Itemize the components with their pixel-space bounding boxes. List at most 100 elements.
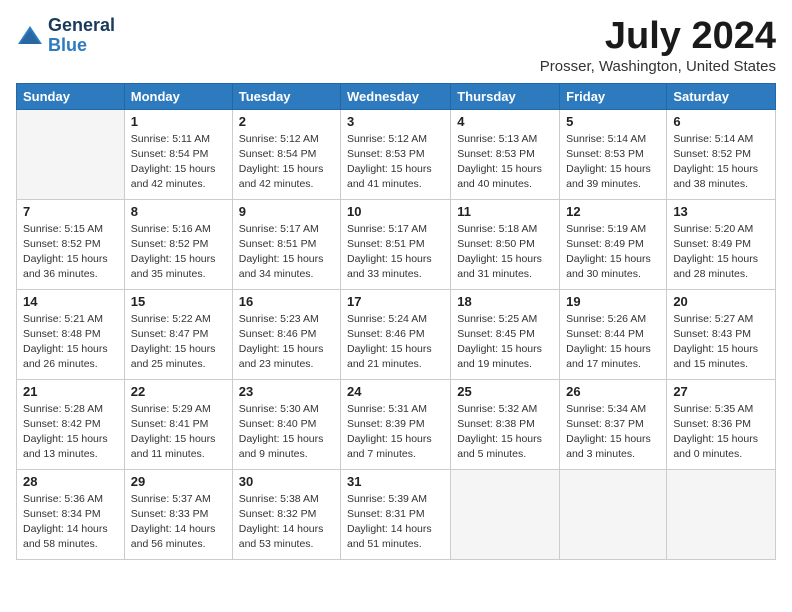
day-info: Sunrise: 5:26 AM Sunset: 8:44 PM Dayligh… — [566, 312, 660, 373]
day-info: Sunrise: 5:28 AM Sunset: 8:42 PM Dayligh… — [23, 402, 118, 463]
calendar-week-row: 28 Sunrise: 5:36 AM Sunset: 8:34 PM Dayli… — [17, 469, 776, 559]
day-number: 22 — [131, 384, 226, 399]
day-info: Sunrise: 5:18 AM Sunset: 8:50 PM Dayligh… — [457, 222, 553, 283]
day-number: 30 — [239, 474, 334, 489]
day-number: 12 — [566, 204, 660, 219]
calendar-cell — [17, 109, 125, 199]
calendar-cell: 29Sunrise: 5:37 AM Sunset: 8:33 PM Dayli… — [124, 469, 232, 559]
day-number: 1 — [131, 114, 226, 129]
calendar-cell: 16 Sunrise: 5:23 AM Sunset: 8:46 PM Dayli… — [232, 289, 340, 379]
day-number: 13 — [673, 204, 769, 219]
day-info: Sunrise: 5:30 AM Sunset: 8:40 PM Dayligh… — [239, 402, 334, 463]
calendar-cell: 3Sunrise: 5:12 AM Sunset: 8:53 PM Daylig… — [341, 109, 451, 199]
calendar-cell: 27 Sunrise: 5:35 AM Sunset: 8:36 PM Dayli… — [667, 379, 776, 469]
calendar-cell: 5Sunrise: 5:14 AM Sunset: 8:53 PM Daylig… — [560, 109, 667, 199]
day-info: Sunrise: 5:21 AM Sunset: 8:48 PM Dayligh… — [23, 312, 118, 373]
day-of-week-header: Saturday — [667, 83, 776, 109]
calendar-header-row: SundayMondayTuesdayWednesdayThursdayFrid… — [17, 83, 776, 109]
day-number: 28 — [23, 474, 118, 489]
calendar-cell — [451, 469, 560, 559]
calendar-cell: 10Sunrise: 5:17 AM Sunset: 8:51 PM Dayli… — [341, 199, 451, 289]
calendar-cell: 31 Sunrise: 5:39 AM Sunset: 8:31 PM Dayli… — [341, 469, 451, 559]
day-number: 8 — [131, 204, 226, 219]
calendar-cell: 20Sunrise: 5:27 AM Sunset: 8:43 PM Dayli… — [667, 289, 776, 379]
day-of-week-header: Friday — [560, 83, 667, 109]
day-info: Sunrise: 5:25 AM Sunset: 8:45 PM Dayligh… — [457, 312, 553, 373]
day-number: 10 — [347, 204, 444, 219]
day-of-week-header: Sunday — [17, 83, 125, 109]
calendar-cell: 13 Sunrise: 5:20 AM Sunset: 8:49 PM Dayli… — [667, 199, 776, 289]
day-info: Sunrise: 5:34 AM Sunset: 8:37 PM Dayligh… — [566, 402, 660, 463]
calendar-cell: 18 Sunrise: 5:25 AM Sunset: 8:45 PM Dayli… — [451, 289, 560, 379]
day-number: 26 — [566, 384, 660, 399]
location: Prosser, Washington, United States — [540, 58, 776, 75]
calendar-cell — [667, 469, 776, 559]
day-info: Sunrise: 5:15 AM Sunset: 8:52 PM Dayligh… — [23, 222, 118, 283]
logo-text: General Blue — [48, 16, 115, 56]
calendar-cell: 11 Sunrise: 5:18 AM Sunset: 8:50 PM Dayli… — [451, 199, 560, 289]
calendar-cell: 30 Sunrise: 5:38 AM Sunset: 8:32 PM Dayli… — [232, 469, 340, 559]
day-number: 14 — [23, 294, 118, 309]
day-of-week-header: Tuesday — [232, 83, 340, 109]
calendar-cell: 26 Sunrise: 5:34 AM Sunset: 8:37 PM Dayli… — [560, 379, 667, 469]
logo-icon — [16, 22, 44, 50]
calendar-cell: 12Sunrise: 5:19 AM Sunset: 8:49 PM Dayli… — [560, 199, 667, 289]
calendar-cell: 19Sunrise: 5:26 AM Sunset: 8:44 PM Dayli… — [560, 289, 667, 379]
day-number: 9 — [239, 204, 334, 219]
calendar-cell: 14 Sunrise: 5:21 AM Sunset: 8:48 PM Dayli… — [17, 289, 125, 379]
day-number: 18 — [457, 294, 553, 309]
day-info: Sunrise: 5:17 AM Sunset: 8:51 PM Dayligh… — [239, 222, 334, 283]
day-number: 17 — [347, 294, 444, 309]
logo-blue: Blue — [48, 36, 115, 56]
day-number: 24 — [347, 384, 444, 399]
calendar-cell: 1 Sunrise: 5:11 AM Sunset: 8:54 PM Daylig… — [124, 109, 232, 199]
calendar-cell: 17 Sunrise: 5:24 AM Sunset: 8:46 PM Dayli… — [341, 289, 451, 379]
calendar-cell: 21Sunrise: 5:28 AM Sunset: 8:42 PM Dayli… — [17, 379, 125, 469]
calendar-cell: 25Sunrise: 5:32 AM Sunset: 8:38 PM Dayli… — [451, 379, 560, 469]
day-info: Sunrise: 5:11 AM Sunset: 8:54 PM Dayligh… — [131, 132, 226, 193]
day-of-week-header: Wednesday — [341, 83, 451, 109]
calendar-cell: 28 Sunrise: 5:36 AM Sunset: 8:34 PM Dayli… — [17, 469, 125, 559]
day-number: 2 — [239, 114, 334, 129]
calendar-cell: 15 Sunrise: 5:22 AM Sunset: 8:47 PM Dayli… — [124, 289, 232, 379]
day-info: Sunrise: 5:39 AM Sunset: 8:31 PM Dayligh… — [347, 492, 444, 553]
day-info: Sunrise: 5:22 AM Sunset: 8:47 PM Dayligh… — [131, 312, 226, 373]
calendar-week-row: 14 Sunrise: 5:21 AM Sunset: 8:48 PM Dayli… — [17, 289, 776, 379]
logo: General Blue — [16, 16, 115, 56]
page-header: General Blue July 2024 Prosser, Washingt… — [16, 16, 776, 75]
day-info: Sunrise: 5:14 AM Sunset: 8:53 PM Dayligh… — [566, 132, 660, 193]
day-of-week-header: Monday — [124, 83, 232, 109]
day-info: Sunrise: 5:24 AM Sunset: 8:46 PM Dayligh… — [347, 312, 444, 373]
day-number: 29 — [131, 474, 226, 489]
day-number: 16 — [239, 294, 334, 309]
logo-general: General — [48, 16, 115, 36]
calendar-table: SundayMondayTuesdayWednesdayThursdayFrid… — [16, 83, 776, 560]
day-number: 11 — [457, 204, 553, 219]
day-number: 15 — [131, 294, 226, 309]
calendar-cell: 9 Sunrise: 5:17 AM Sunset: 8:51 PM Daylig… — [232, 199, 340, 289]
day-info: Sunrise: 5:35 AM Sunset: 8:36 PM Dayligh… — [673, 402, 769, 463]
calendar-cell: 6 Sunrise: 5:14 AM Sunset: 8:52 PM Daylig… — [667, 109, 776, 199]
day-number: 20 — [673, 294, 769, 309]
calendar-cell: 8Sunrise: 5:16 AM Sunset: 8:52 PM Daylig… — [124, 199, 232, 289]
day-number: 31 — [347, 474, 444, 489]
calendar-cell: 4Sunrise: 5:13 AM Sunset: 8:53 PM Daylig… — [451, 109, 560, 199]
day-info: Sunrise: 5:36 AM Sunset: 8:34 PM Dayligh… — [23, 492, 118, 553]
calendar-cell: 2 Sunrise: 5:12 AM Sunset: 8:54 PM Daylig… — [232, 109, 340, 199]
day-number: 27 — [673, 384, 769, 399]
day-info: Sunrise: 5:20 AM Sunset: 8:49 PM Dayligh… — [673, 222, 769, 283]
day-info: Sunrise: 5:12 AM Sunset: 8:54 PM Dayligh… — [239, 132, 334, 193]
day-info: Sunrise: 5:32 AM Sunset: 8:38 PM Dayligh… — [457, 402, 553, 463]
day-number: 6 — [673, 114, 769, 129]
day-info: Sunrise: 5:31 AM Sunset: 8:39 PM Dayligh… — [347, 402, 444, 463]
day-info: Sunrise: 5:14 AM Sunset: 8:52 PM Dayligh… — [673, 132, 769, 193]
calendar-cell — [560, 469, 667, 559]
day-number: 23 — [239, 384, 334, 399]
day-info: Sunrise: 5:38 AM Sunset: 8:32 PM Dayligh… — [239, 492, 334, 553]
day-number: 3 — [347, 114, 444, 129]
calendar-cell: 22Sunrise: 5:29 AM Sunset: 8:41 PM Dayli… — [124, 379, 232, 469]
day-info: Sunrise: 5:23 AM Sunset: 8:46 PM Dayligh… — [239, 312, 334, 373]
calendar-cell: 7Sunrise: 5:15 AM Sunset: 8:52 PM Daylig… — [17, 199, 125, 289]
day-number: 4 — [457, 114, 553, 129]
calendar-week-row: 7Sunrise: 5:15 AM Sunset: 8:52 PM Daylig… — [17, 199, 776, 289]
